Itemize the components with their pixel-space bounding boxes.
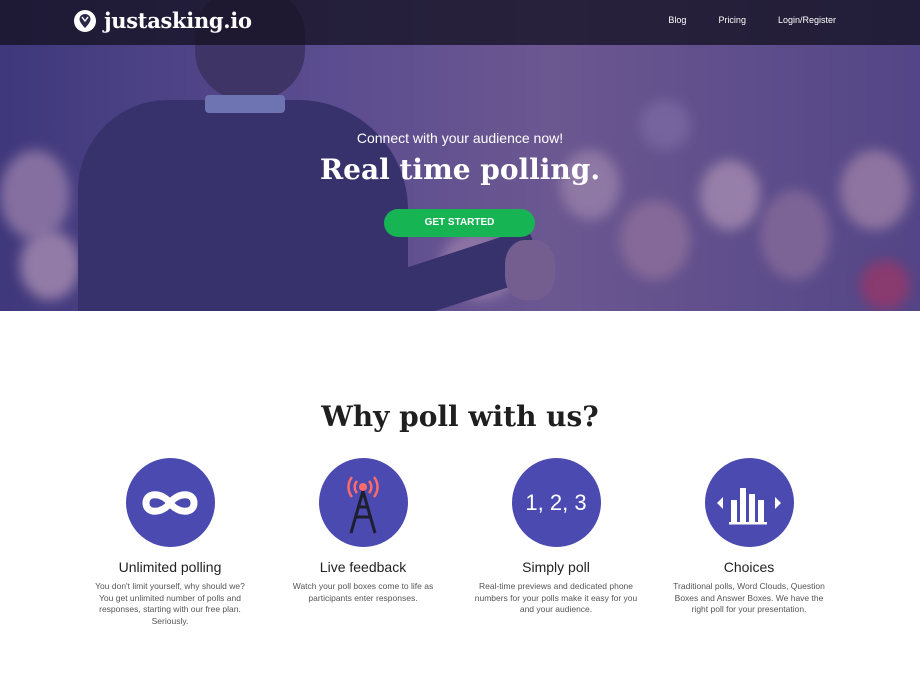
broadcast-tower-icon: [318, 458, 408, 547]
feature-description: Traditional polls, Word Clouds, Question…: [673, 581, 825, 614]
nav-pricing-link[interactable]: Pricing: [718, 15, 746, 25]
nav-links: Blog Pricing Login/Register: [636, 15, 836, 25]
feature-title: Live feedback: [319, 559, 407, 575]
feature-title: Unlimited polling: [118, 559, 222, 575]
numbers-icon-text: 1, 2, 3: [525, 489, 587, 515]
hero-content: Connect with your audience now! Real tim…: [0, 0, 920, 311]
hero-subtitle: Connect with your audience now!: [356, 130, 564, 146]
feature-title: Simply poll: [522, 559, 590, 575]
infinity-icon: [125, 458, 215, 547]
feature-description: You don't limit yourself, why should we?…: [95, 581, 245, 626]
brand-logo[interactable]: justasking.io: [74, 8, 252, 33]
numbers-icon: 1, 2, 3: [511, 458, 601, 547]
nav-login-register-link[interactable]: Login/Register: [778, 15, 836, 25]
features-title: Why poll with us?: [321, 400, 599, 433]
feature-title: Choices: [723, 559, 775, 575]
bar-chart-choices-icon: [704, 458, 794, 547]
navbar: justasking.io Blog Pricing Login/Registe…: [0, 0, 920, 45]
feature-live-feedback: Live feedback Watch your poll boxes come…: [273, 458, 453, 604]
hero-title: Real time polling.: [319, 153, 601, 186]
nav-blog-link[interactable]: Blog: [668, 15, 686, 25]
feature-description: Real-time previews and dedicated phone n…: [474, 581, 638, 614]
hero-banner: Connect with your audience now! Real tim…: [0, 0, 920, 311]
feature-unlimited-polling: Unlimited polling You don't limit yourse…: [80, 458, 260, 627]
feature-simply-poll: 1, 2, 3 Simply poll Real-time previews a…: [466, 458, 646, 616]
feature-description: Watch your poll boxes come to life as pa…: [292, 581, 434, 603]
poll-marker-icon: [74, 9, 96, 32]
get-started-button[interactable]: GET STARTED: [384, 209, 535, 237]
brand-name: justasking.io: [104, 8, 252, 33]
feature-choices: Choices Traditional polls, Word Clouds, …: [659, 458, 839, 616]
